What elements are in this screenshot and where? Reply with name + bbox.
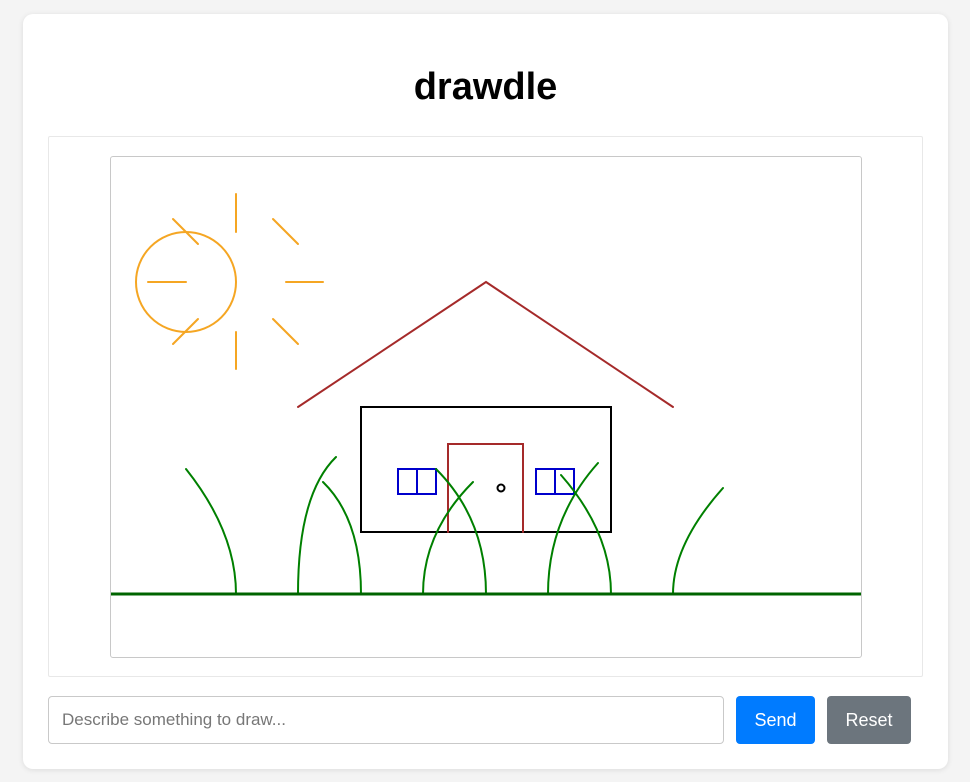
send-button[interactable]: Send [736,696,815,744]
drawing-canvas[interactable] [110,156,862,658]
sun-ray [172,218,199,245]
grass-blade [322,481,362,595]
house-door [447,443,524,533]
canvas-container [48,136,923,677]
grass-blade [560,474,612,595]
sun-ray [272,218,299,245]
prompt-input[interactable] [48,696,724,744]
app-card: drawdle Send Reset [23,14,948,769]
grass-blade [185,468,237,595]
reset-button[interactable]: Reset [827,696,911,744]
door-knob [496,483,506,493]
grass-blade [297,456,337,595]
grass-blade [672,487,724,595]
app-title: drawdle [413,66,558,108]
house-roof [297,280,674,408]
sun-ray [272,318,299,345]
drawing-svg [111,193,861,596]
